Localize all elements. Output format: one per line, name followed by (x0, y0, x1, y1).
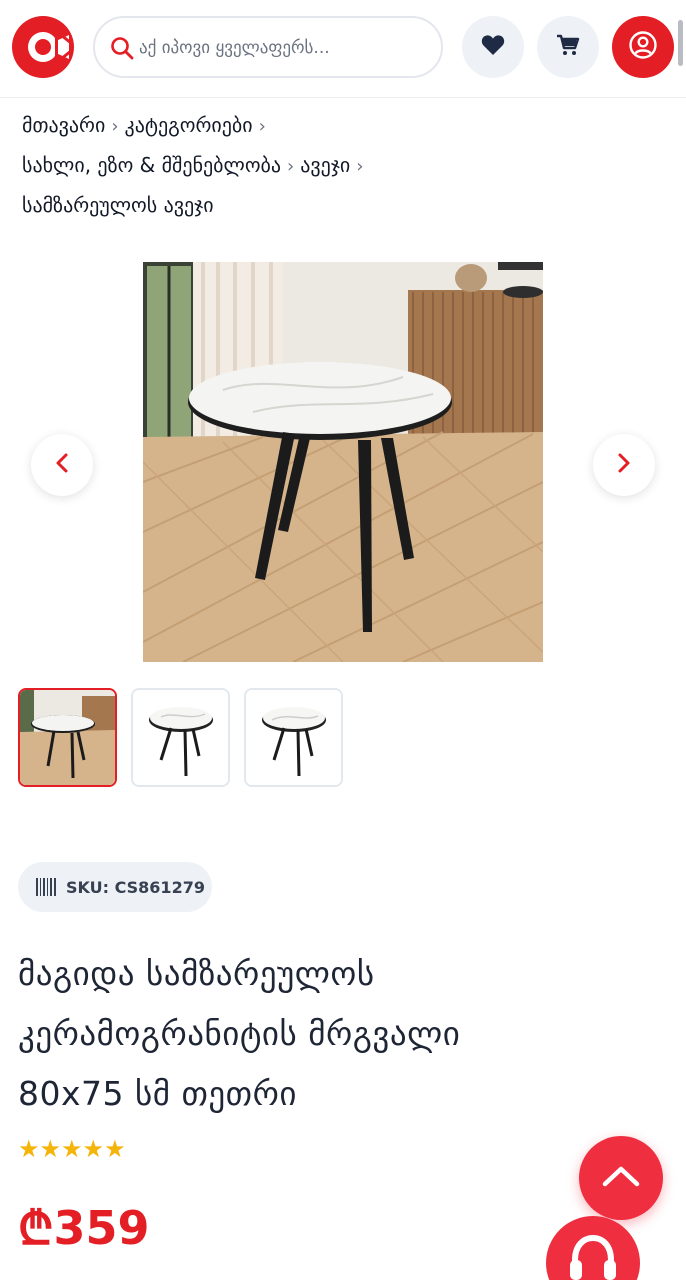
scroll-to-top-button[interactable] (579, 1136, 663, 1220)
product-price: ₾359 (18, 1201, 150, 1255)
profile-button[interactable] (612, 16, 674, 78)
search-input[interactable]: აქ იპოვი ყველაფერს... (93, 16, 443, 78)
product-title-line: კერამოგრანიტის მრგვალი (18, 1014, 461, 1053)
gallery-thumbnail-3[interactable] (244, 688, 343, 787)
product-main-image[interactable] (143, 262, 543, 662)
gallery-next-button[interactable] (593, 434, 655, 496)
rating-stars[interactable]: ★★★★★ (18, 1136, 126, 1162)
cart-icon (556, 34, 580, 60)
page-scrollbar[interactable] (678, 20, 683, 66)
chevron-up-icon (601, 1164, 641, 1192)
heart-icon (481, 34, 505, 60)
product-title: მაგიდა სამზარეულოს კერამოგრანიტის მრგვალ… (18, 944, 658, 1124)
breadcrumb-item-furniture[interactable]: ავეჯი (300, 153, 350, 177)
breadcrumb-separator: › (258, 116, 266, 137)
breadcrumb-item-categories[interactable]: კატეგორიები (125, 113, 253, 137)
top-header: აქ იპოვი ყველაფერს... (0, 0, 686, 98)
sku-text: SKU: CS861279 (66, 877, 205, 897)
product-title-line: მაგიდა სამზარეულოს (18, 954, 375, 993)
product-title-line: 80x75 სმ თეთრი (18, 1074, 297, 1113)
favorites-button[interactable] (462, 16, 524, 78)
cart-button[interactable] (537, 16, 599, 78)
chevron-right-icon (616, 452, 632, 478)
breadcrumb-separator: › (356, 156, 364, 177)
star-icons: ★★★★★ (18, 1135, 126, 1163)
support-chat-button[interactable] (546, 1216, 640, 1280)
search-icon (109, 35, 135, 61)
search-placeholder: აქ იპოვი ყველაფერს... (139, 38, 330, 58)
gallery-thumbnail-1[interactable] (18, 688, 117, 787)
breadcrumb-separator: › (287, 156, 295, 177)
sku-badge: SKU: CS861279 (18, 862, 212, 912)
breadcrumb: მთავარი › კატეგორიები › სახლი, ეზო & მშენებ… (22, 106, 662, 224)
breadcrumb-separator: › (111, 116, 119, 137)
breadcrumb-item-kitchen-furniture[interactable]: სამზარეულოს ავეჯი (22, 193, 214, 217)
breadcrumb-item-home-garden[interactable]: სახლი, ეზო & მშენებლობა (22, 153, 281, 177)
user-icon (628, 30, 658, 64)
brand-logo-icon[interactable] (11, 15, 75, 79)
barcode-icon (36, 878, 56, 896)
breadcrumb-item-home[interactable]: მთავარი (22, 113, 105, 137)
gallery-thumbnail-2[interactable] (131, 688, 230, 787)
chevron-left-icon (54, 452, 70, 478)
gallery-prev-button[interactable] (31, 434, 93, 496)
headset-icon (565, 1232, 621, 1280)
